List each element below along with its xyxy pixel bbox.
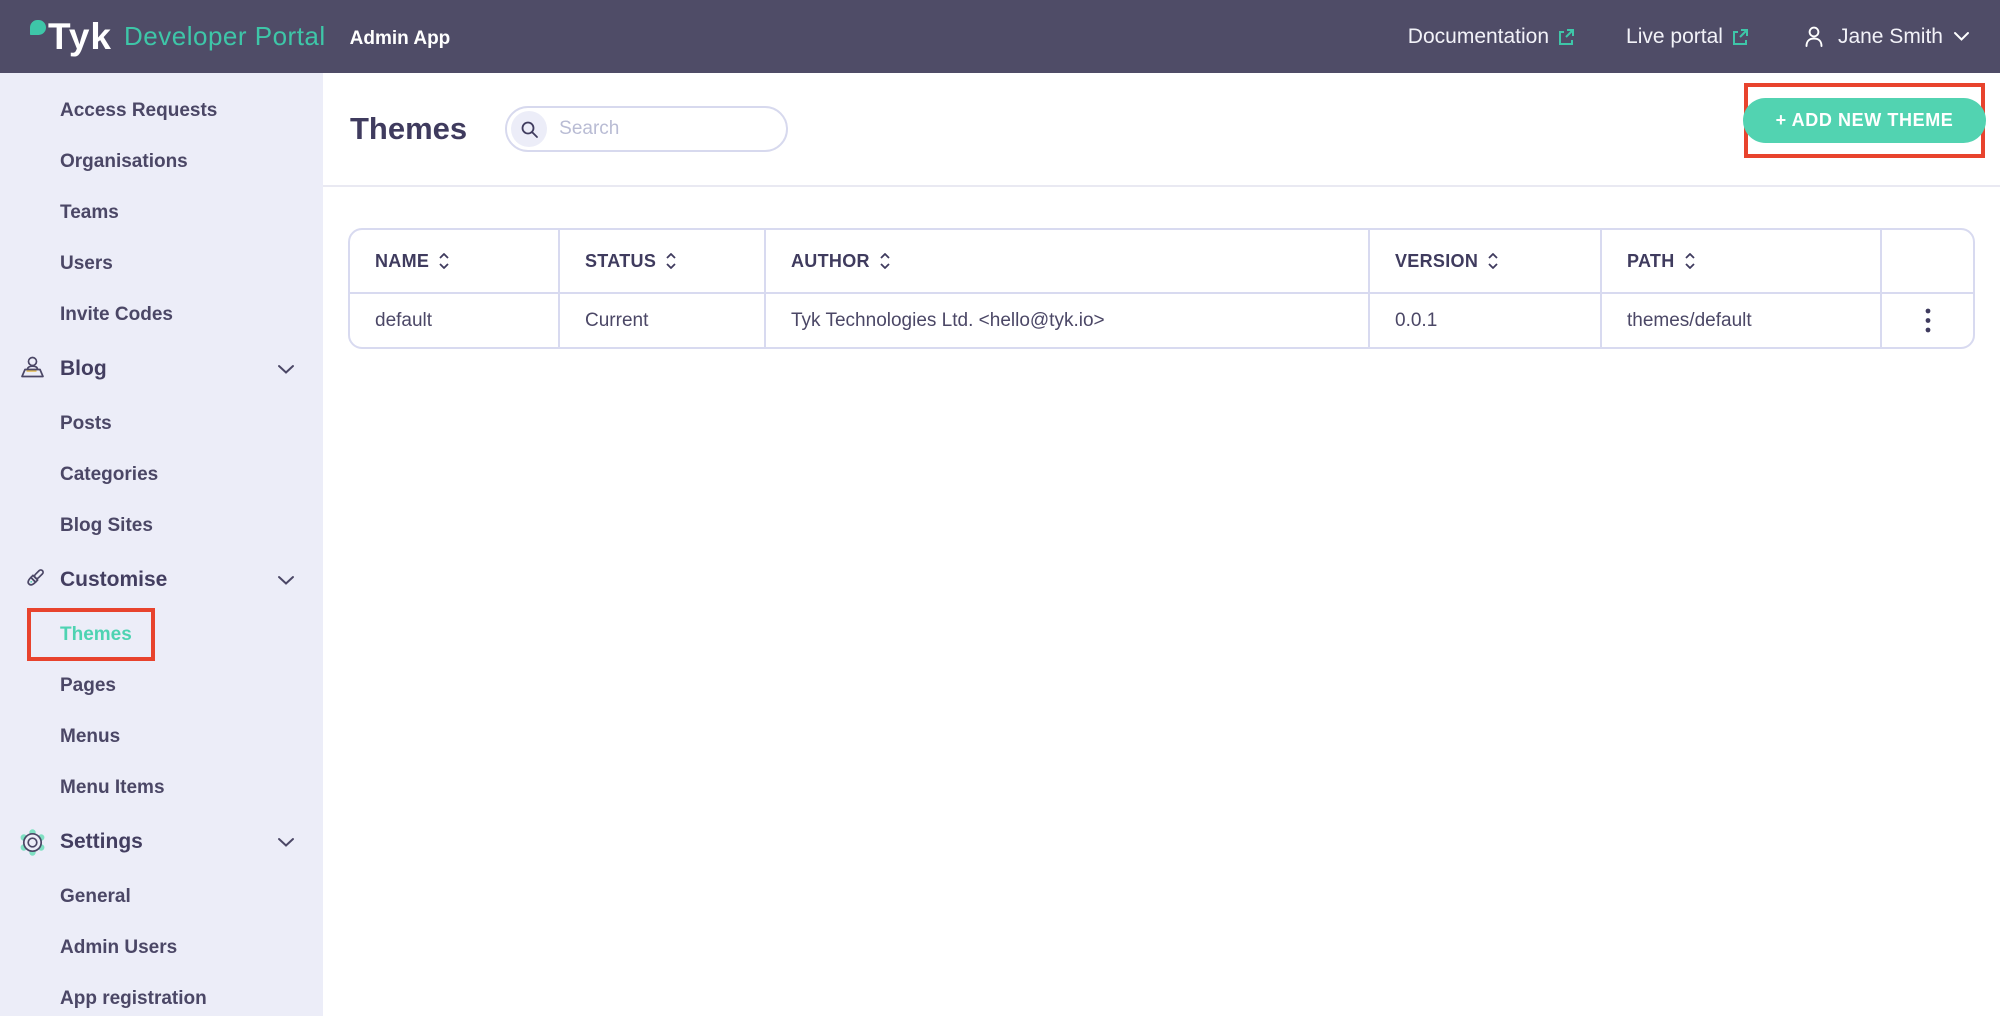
themes-table: NAME STATUS AUTHOR VERSION xyxy=(348,228,1975,349)
column-label: NAME xyxy=(375,251,429,272)
column-header-version[interactable]: VERSION xyxy=(1369,230,1601,293)
sidebar-item-label: General xyxy=(60,886,131,908)
live-portal-label: Live portal xyxy=(1626,25,1723,49)
sidebar-item-access-requests[interactable]: Access Requests xyxy=(0,85,323,136)
sort-icon xyxy=(438,251,450,271)
sidebar-item-label: App registration xyxy=(60,988,207,1010)
search-input[interactable] xyxy=(559,118,759,140)
sidebar-item-categories[interactable]: Categories xyxy=(0,449,323,500)
user-menu[interactable]: Jane Smith xyxy=(1800,23,1970,51)
column-header-status[interactable]: STATUS xyxy=(559,230,765,293)
product-name: Developer Portal xyxy=(124,21,326,52)
column-header-author[interactable]: AUTHOR xyxy=(765,230,1369,293)
sidebar-item-blog-sites[interactable]: Blog Sites xyxy=(0,500,323,551)
column-label: PATH xyxy=(1627,251,1675,272)
search-icon xyxy=(511,111,547,147)
search-box[interactable] xyxy=(505,106,788,152)
table-row: default Current Tyk Technologies Ltd. <h… xyxy=(350,293,1973,347)
sidebar-item-pages[interactable]: Pages xyxy=(0,660,323,711)
annotation-box-add-theme: + ADD NEW THEME xyxy=(1744,83,1985,158)
sidebar-item-label: Teams xyxy=(60,202,119,224)
chevron-down-icon xyxy=(277,575,295,586)
sort-icon xyxy=(879,251,891,271)
column-label: VERSION xyxy=(1395,251,1478,272)
page-header: Themes + ADD NEW THEME xyxy=(323,73,2000,187)
cell-path: themes/default xyxy=(1601,293,1881,347)
sidebar-section-label: Settings xyxy=(60,830,143,854)
add-new-theme-button[interactable]: + ADD NEW THEME xyxy=(1743,98,1987,143)
sidebar-item-users[interactable]: Users xyxy=(0,238,323,289)
sidebar-item-label: Pages xyxy=(60,675,116,697)
page-title: Themes xyxy=(350,111,467,147)
sidebar-item-label: Access Requests xyxy=(60,100,217,122)
sidebar-item-organisations[interactable]: Organisations xyxy=(0,136,323,187)
sidebar-item-label: Organisations xyxy=(60,151,188,173)
cell-name: default xyxy=(350,293,559,347)
cell-author: Tyk Technologies Ltd. <hello@tyk.io> xyxy=(765,293,1369,347)
sidebar-item-label: Categories xyxy=(60,464,158,486)
blogger-icon xyxy=(17,354,60,385)
column-header-actions xyxy=(1881,230,1973,293)
sidebar-item-label: Users xyxy=(60,253,113,275)
sidebar-item-menus[interactable]: Menus xyxy=(0,711,323,762)
cell-version: 0.0.1 xyxy=(1369,293,1601,347)
table-header-row: NAME STATUS AUTHOR VERSION xyxy=(350,230,1973,293)
sort-icon xyxy=(665,251,677,271)
live-portal-link[interactable]: Live portal xyxy=(1626,25,1750,49)
column-label: AUTHOR xyxy=(791,251,870,272)
brand-name: Tyk xyxy=(48,16,112,58)
external-link-icon xyxy=(1730,27,1750,47)
admin-app-label: Admin App xyxy=(350,28,451,50)
sidebar-item-label: Blog Sites xyxy=(60,515,153,537)
tyk-leaf-icon xyxy=(30,20,46,35)
paintbrush-icon xyxy=(17,565,60,596)
sidebar-section-blog[interactable]: Blog xyxy=(0,340,323,398)
sidebar-section-label: Customise xyxy=(60,568,167,592)
sidebar-item-app-registration[interactable]: App registration xyxy=(0,973,323,1016)
sidebar-item-invite-codes[interactable]: Invite Codes xyxy=(0,289,323,340)
sidebar-item-label: Invite Codes xyxy=(60,304,173,326)
sidebar-section-customise[interactable]: Customise xyxy=(0,551,323,609)
chevron-down-icon xyxy=(277,837,295,848)
sidebar-section-settings[interactable]: Settings xyxy=(0,813,323,871)
sidebar-item-general[interactable]: General xyxy=(0,871,323,922)
sidebar-item-label: Themes xyxy=(60,624,132,646)
sidebar-item-menu-items[interactable]: Menu Items xyxy=(0,762,323,813)
sidebar-item-label: Menus xyxy=(60,726,120,748)
column-header-path[interactable]: PATH xyxy=(1601,230,1881,293)
sidebar-item-label: Admin Users xyxy=(60,937,177,959)
gear-icon xyxy=(17,827,60,858)
sidebar-item-label: Posts xyxy=(60,413,112,435)
main-content: Themes + ADD NEW THEME NAME xyxy=(323,73,2000,1016)
chevron-down-icon xyxy=(277,364,295,375)
row-actions-kebab-icon[interactable] xyxy=(1915,301,1941,340)
sidebar-item-themes[interactable]: Themes xyxy=(0,609,323,660)
sort-icon xyxy=(1684,251,1696,271)
column-header-name[interactable]: NAME xyxy=(350,230,559,293)
tyk-logo[interactable]: Tyk Developer Portal xyxy=(30,16,326,58)
sidebar-item-admin-users[interactable]: Admin Users xyxy=(0,922,323,973)
sidebar-section-label: Blog xyxy=(60,357,107,381)
sidebar-item-teams[interactable]: Teams xyxy=(0,187,323,238)
column-label: STATUS xyxy=(585,251,656,272)
documentation-link[interactable]: Documentation xyxy=(1408,25,1576,49)
app-header: Tyk Developer Portal Admin App Documenta… xyxy=(0,0,2000,73)
sidebar-item-label: Menu Items xyxy=(60,777,165,799)
user-name: Jane Smith xyxy=(1838,25,1943,49)
documentation-label: Documentation xyxy=(1408,25,1549,49)
user-icon xyxy=(1800,23,1828,51)
cell-status: Current xyxy=(559,293,765,347)
external-link-icon xyxy=(1556,27,1576,47)
chevron-down-icon xyxy=(1953,31,1970,42)
sidebar: Access Requests Organisations Teams User… xyxy=(0,73,323,1016)
sort-icon xyxy=(1487,251,1499,271)
sidebar-item-posts[interactable]: Posts xyxy=(0,398,323,449)
